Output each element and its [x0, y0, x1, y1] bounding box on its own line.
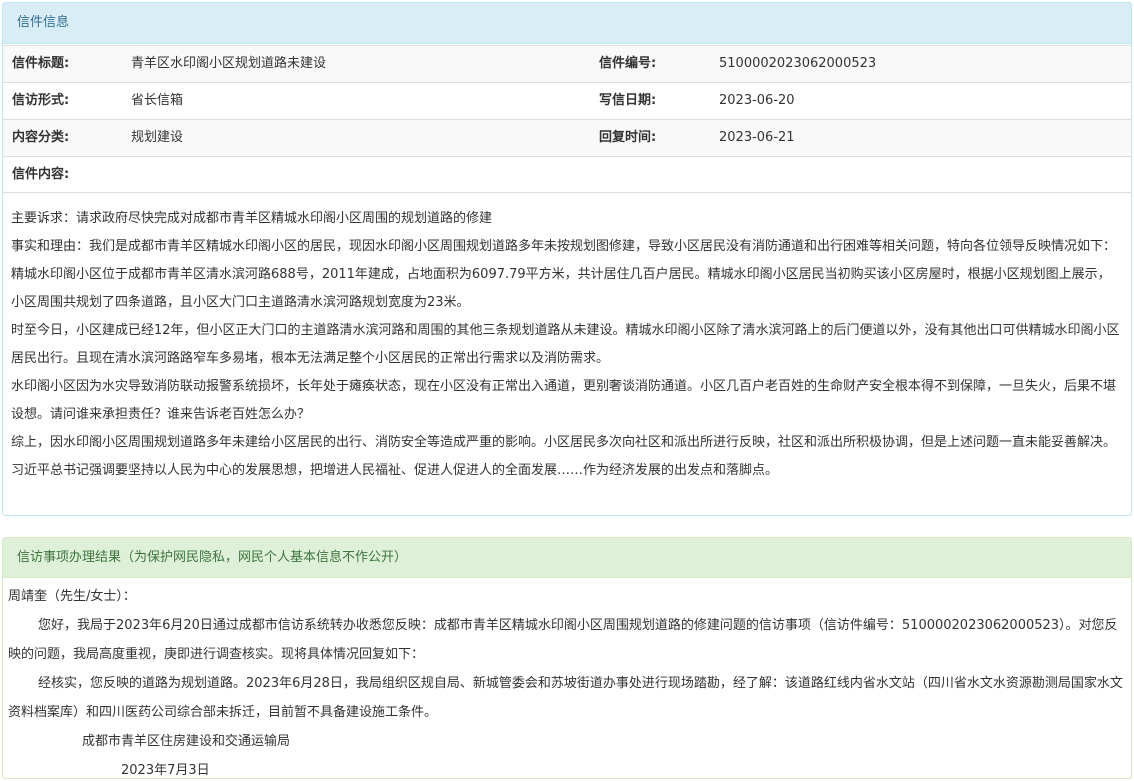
title-label: 信件标题: — [12, 56, 70, 71]
form-value: 省长信箱 — [131, 93, 184, 108]
category-label: 内容分类: — [12, 130, 70, 145]
title-value: 青羊区水印阁小区规划道路未建设 — [131, 56, 327, 71]
reply-time-value: 2023-06-21 — [719, 130, 795, 145]
reply-signature: 成都市青羊区住房建设和交通运输局 — [82, 734, 291, 749]
letter-content: 主要诉求：请求政府尽快完成对成都市青羊区精城水印阁小区周围的规划道路的修建 事实… — [3, 192, 1131, 485]
row-content-label: 信件内容: — [3, 156, 1131, 193]
reply-date: 2023年7月3日 — [121, 763, 210, 778]
content-label: 信件内容: — [12, 167, 70, 182]
number-value: 5100002023062000523 — [719, 56, 877, 71]
reply-paragraph: 您好，我局于2023年6月20日通过成都市信访系统转办收悉您反映：成都市青羊区精… — [8, 618, 1118, 662]
result-panel: 信访事项办理结果（为保护网民隐私，网民个人基本信息不作公开） 周靖奎（先生/女士… — [2, 537, 1132, 779]
reply-paragraph: 经核实，您反映的道路为规划道路。2023年6月28日，我局组织区规自局、新城管委… — [8, 676, 1123, 720]
row-category: 内容分类: 规划建设 回复时间: 2023-06-21 — [3, 119, 1131, 156]
letter-info-panel: 信件信息 信件标题: 青羊区水印阁小区规划道路未建设 信件编号: 5100002… — [2, 2, 1132, 516]
number-label: 信件编号: — [599, 56, 657, 71]
reply-time-label: 回复时间: — [599, 130, 657, 145]
content-paragraph: 主要诉求：请求政府尽快完成对成都市青羊区精城水印阁小区周围的规划道路的修建 — [11, 211, 493, 226]
date-value: 2023-06-20 — [719, 93, 795, 108]
reply-salutation: 周靖奎（先生/女士）： — [8, 589, 136, 604]
reply-body: 周靖奎（先生/女士）： 您好，我局于2023年6月20日通过成都市信访系统转办收… — [3, 578, 1131, 778]
result-header: 信访事项办理结果（为保护网民隐私，网民个人基本信息不作公开） — [3, 538, 1131, 578]
letter-info-header: 信件信息 — [3, 3, 1131, 44]
content-paragraph: 水印阁小区因为水灾导致消防联动报警系统损坏，长年处于瘫痪状态，现在小区没有正常出… — [11, 379, 1117, 422]
date-label: 写信日期: — [599, 93, 657, 108]
content-paragraph: 综上，因水印阁小区周围规划道路多年未建给小区居民的出行、消防安全等造成严重的影响… — [11, 435, 1117, 478]
row-form: 信访形式: 省长信箱 写信日期: 2023-06-20 — [3, 82, 1131, 119]
content-paragraph: 事实和理由：我们是成都市青羊区精城水印阁小区的居民，现因水印阁小区周围规划道路多… — [11, 239, 1117, 254]
form-label: 信访形式: — [12, 93, 70, 108]
content-paragraph: 时至今日，小区建成已经12年，但小区正大门口的主道路清水滨河路和周围的其他三条规… — [11, 323, 1120, 366]
content-paragraph: 精城水印阁小区位于成都市青羊区清水滨河路688号，2011年建成，占地面积为60… — [11, 267, 1111, 310]
category-value: 规划建设 — [131, 130, 184, 145]
row-title: 信件标题: 青羊区水印阁小区规划道路未建设 信件编号: 510000202306… — [3, 45, 1131, 82]
